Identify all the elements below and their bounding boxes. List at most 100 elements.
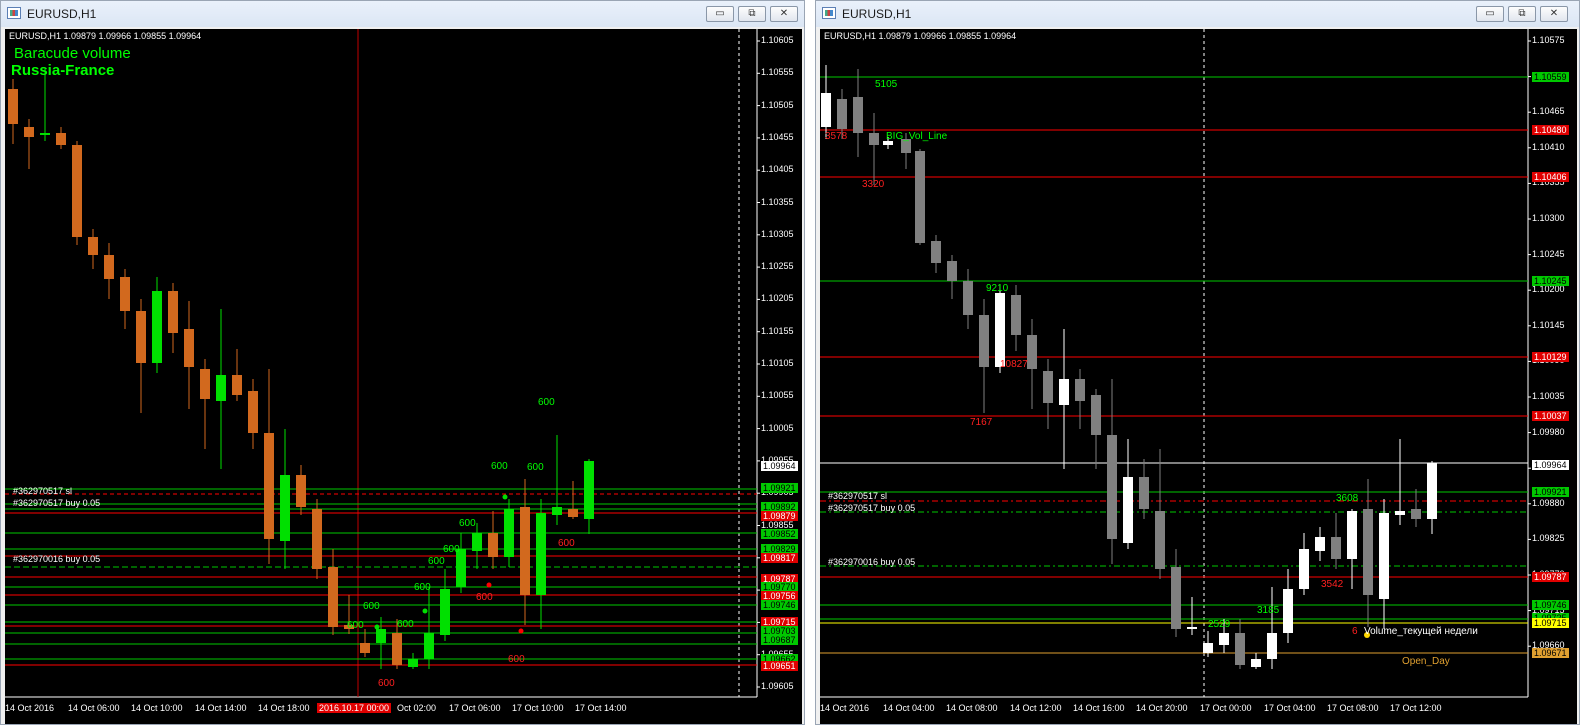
candle-body	[1027, 335, 1037, 369]
volume-label: 600	[538, 397, 555, 408]
price-tick: 1.10505	[761, 99, 794, 110]
candle-body	[488, 533, 498, 557]
candle-body	[1411, 509, 1421, 519]
chart-annotation: Open_Day	[1402, 656, 1450, 667]
close-button[interactable]: ✕	[1540, 6, 1568, 22]
chart-annotation: 10827	[1000, 359, 1028, 370]
candle-body	[1075, 379, 1085, 401]
price-tick: 1.10555	[761, 67, 794, 78]
time-tick: 14 Oct 2016	[5, 703, 55, 713]
candle-body	[568, 509, 578, 517]
volume-label: 600	[428, 556, 445, 567]
volume-marker	[486, 582, 492, 588]
candle-body	[1203, 643, 1213, 653]
chart-annotation: 6	[1352, 626, 1358, 637]
candle-body	[552, 507, 562, 515]
minimize-button[interactable]: ▭	[1476, 6, 1504, 22]
candle-body	[88, 237, 98, 255]
price-level-label: 1.09746	[761, 600, 798, 610]
order-label: #362970517 sl	[13, 486, 73, 496]
candle-body	[24, 127, 34, 137]
candle-body	[72, 145, 82, 237]
candle-body	[184, 329, 194, 367]
candle-body	[1187, 627, 1197, 629]
candle-body	[232, 375, 242, 395]
time-tick: 2016.10.17 00:00	[317, 703, 392, 713]
candle-body	[56, 133, 66, 145]
indicator-title: Baracude volume	[14, 45, 131, 62]
candle-body	[1299, 549, 1309, 589]
minimize-button[interactable]: ▭	[706, 6, 734, 22]
volume-label: 600	[363, 601, 380, 612]
price-level-label: 1.09746	[1532, 600, 1569, 610]
window-titlebar[interactable]: EURUSD,H1 ▭ ⧉ ✕	[816, 1, 1579, 27]
candle-body	[1155, 511, 1165, 569]
price-tick: 1.09855	[761, 519, 794, 530]
candle-body	[1011, 295, 1021, 335]
candle-body	[472, 533, 482, 551]
time-tick: 14 Oct 18:00	[258, 703, 310, 713]
volume-label: 600	[476, 592, 493, 603]
candle-body	[1331, 537, 1341, 559]
time-tick: 14 Oct 08:00	[946, 703, 998, 713]
price-chart[interactable]: EURUSD,H1 1.09879 1.09966 1.09855 1.0996…	[820, 29, 1577, 724]
price-tick: 1.10055	[761, 390, 794, 401]
candle-body	[40, 133, 50, 135]
time-tick: 14 Oct 12:00	[1010, 703, 1062, 713]
candle-body	[1235, 633, 1245, 665]
price-tick: 1.10005	[761, 422, 794, 433]
restore-button[interactable]: ⧉	[738, 6, 766, 22]
candle-body	[979, 315, 989, 367]
candle-body	[8, 89, 18, 124]
window-title: EURUSD,H1	[842, 7, 912, 21]
chart-window-left[interactable]: EURUSD,H1 ▭ ⧉ ✕ EURUSD,H1 1.09879 1.0996…	[0, 0, 805, 725]
time-tick: 17 Oct 08:00	[1327, 703, 1379, 713]
chart-window-icon	[7, 7, 21, 19]
candle-body	[296, 475, 306, 507]
candle-body	[1379, 513, 1389, 599]
time-tick: 14 Oct 2016	[820, 703, 870, 713]
candle-body	[947, 261, 957, 281]
price-level-label: 1.09852	[761, 529, 798, 539]
candle-body	[837, 99, 847, 129]
price-level-label: 1.09817	[761, 553, 798, 563]
price-level-label: 1.09964	[761, 461, 798, 471]
candle-body	[312, 509, 322, 569]
price-level-label: 1.10037	[1532, 411, 1569, 421]
candle-body	[915, 151, 925, 243]
time-tick: Oct 02:00	[397, 703, 437, 713]
volume-label: 600	[508, 654, 525, 665]
candle-body	[328, 567, 338, 627]
price-level-label: 1.09921	[761, 483, 798, 493]
price-level-label: 1.09787	[1532, 572, 1569, 582]
chart-window-right[interactable]: EURUSD,H1 ▭ ⧉ ✕ EURUSD,H1 1.09879 1.0996…	[815, 0, 1580, 725]
chart-annotation: 3578	[825, 131, 848, 142]
price-tick: 1.10105	[761, 358, 794, 368]
window-titlebar[interactable]: EURUSD,H1 ▭ ⧉ ✕	[1, 1, 804, 27]
price-level-label: 1.10406	[1532, 172, 1569, 182]
time-tick: 17 Oct 00:00	[1200, 703, 1252, 713]
candle-body	[1123, 477, 1133, 543]
price-tick: 1.10035	[1532, 391, 1565, 401]
candle-body	[392, 633, 402, 665]
price-tick: 1.10205	[761, 293, 794, 304]
price-tick: 1.09605	[761, 681, 794, 691]
order-label: #362970517 buy 0.05	[828, 503, 916, 513]
candle-body	[504, 509, 514, 557]
candle-body	[1043, 371, 1053, 403]
candle-body	[168, 291, 178, 333]
restore-button[interactable]: ⧉	[1508, 6, 1536, 22]
candle-body	[1283, 589, 1293, 633]
price-level-label: 1.10129	[1532, 352, 1569, 362]
candle-body	[264, 433, 274, 539]
price-level-label: 1.09687	[761, 635, 798, 645]
chart-annotation: 9210	[986, 283, 1009, 294]
time-tick: 14 Oct 10:00	[131, 703, 183, 713]
close-button[interactable]: ✕	[770, 6, 798, 22]
volume-marker	[422, 608, 428, 614]
price-tick: 1.10145	[1532, 319, 1565, 330]
candle-body	[120, 277, 130, 311]
volume-marker	[502, 494, 508, 500]
time-tick: 17 Oct 04:00	[1264, 703, 1316, 713]
price-chart[interactable]: EURUSD,H1 1.09879 1.09966 1.09855 1.0996…	[5, 29, 802, 724]
